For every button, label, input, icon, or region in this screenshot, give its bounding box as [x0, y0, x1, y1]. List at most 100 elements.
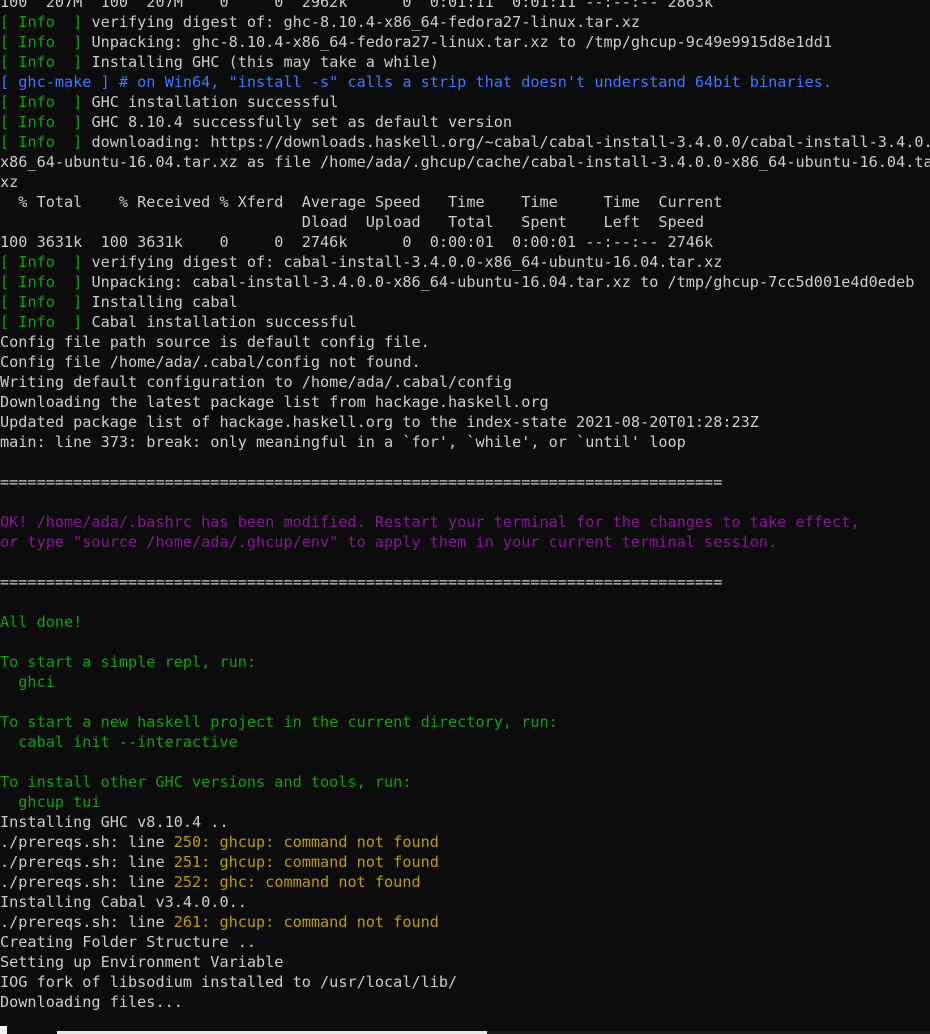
terminal-line: ./prereqs.sh: line 251: ghcup: command n…	[0, 852, 930, 872]
terminal-text-segment: or type "source /home/ada/.ghcup/env" to…	[0, 533, 778, 551]
terminal-text-segment: GHC installation successful	[91, 93, 339, 111]
terminal-text-segment: x86_64-ubuntu-16.04.tar.xz as file /home…	[0, 153, 930, 171]
terminal-line: [ Info ] downloading: https://downloads.…	[0, 132, 930, 152]
terminal-text-segment: [	[0, 293, 19, 311]
terminal-text-segment: ]	[54, 253, 92, 271]
terminal-text-segment: Cabal installation successful	[91, 313, 357, 331]
terminal-text-segment: Info	[18, 93, 55, 111]
terminal-text-segment: [	[0, 133, 19, 151]
terminal-line: [ Info ] verifying digest of: ghc-8.10.4…	[0, 12, 930, 32]
terminal-line: To start a simple repl, run:	[0, 652, 930, 672]
terminal-text-segment: ========================================…	[0, 573, 723, 591]
terminal-text-segment: Downloading files...	[0, 993, 183, 1011]
terminal-line: ghci	[0, 672, 930, 692]
terminal-line: [ Info ] Installing cabal	[0, 292, 930, 312]
terminal-text-segment: downloading: https://downloads.haskell.o…	[91, 133, 930, 151]
terminal-line: To install other GHC versions and tools,…	[0, 772, 930, 792]
terminal-text-segment: [	[0, 253, 19, 271]
terminal-line: Installing GHC v8.10.4 ..	[0, 812, 930, 832]
terminal-line: [ Info ] Unpacking: cabal-install-3.4.0.…	[0, 272, 930, 292]
terminal-line: cabal init --interactive	[0, 732, 930, 752]
terminal-text-segment: ghcup tui	[0, 793, 101, 811]
terminal-line: [ Info ] Unpacking: ghc-8.10.4-x86_64-fe…	[0, 32, 930, 52]
terminal-text-segment: Config file /home/ada/.cabal/config not …	[0, 353, 421, 371]
terminal-text-segment: OK! /home/ada/.bashrc has been modified.…	[0, 513, 860, 531]
terminal-text-segment: [	[0, 33, 19, 51]
terminal-text-segment: ghci	[0, 673, 55, 691]
terminal-line: OK! /home/ada/.bashrc has been modified.…	[0, 512, 930, 532]
terminal-text-segment: verifying digest of: ghc-8.10.4-x86_64-f…	[91, 13, 641, 31]
terminal-line: Downloading files...	[0, 992, 930, 1012]
terminal-line: 100 3631k 100 3631k 0 0 2746k 0 0:00:01 …	[0, 232, 930, 252]
terminal-text-segment: Setting up Environment Variable	[0, 953, 284, 971]
terminal-text-segment: % Total % Received % Xferd Average Speed…	[0, 193, 723, 211]
terminal-text-segment: ]	[54, 113, 92, 131]
terminal-text-segment: ]	[54, 53, 92, 71]
terminal-line: ./prereqs.sh: line 252: ghc: command not…	[0, 872, 930, 892]
terminal-text-segment: Info	[18, 273, 55, 291]
terminal-text-segment: ]	[54, 13, 92, 31]
text-cursor	[0, 1026, 7, 1034]
terminal-text-segment: [ ghc-make ] # on Win64, "install -s" ca…	[0, 73, 833, 91]
terminal-text-segment: [	[0, 273, 19, 291]
terminal-text-segment: ]	[54, 293, 92, 311]
terminal-line: ./prereqs.sh: line 261: ghcup: command n…	[0, 912, 930, 932]
terminal-text-segment: 100 207M 100 207M 0 0 2962k 0 0:01:11 0:…	[0, 0, 714, 11]
terminal-text-segment: cabal init --interactive	[0, 733, 238, 751]
terminal-line: ghcup tui	[0, 792, 930, 812]
terminal-text-segment: xz	[0, 173, 19, 191]
terminal-text-segment: main: line 373: break: only meaningful i…	[0, 433, 686, 451]
terminal-line: Creating Folder Structure ..	[0, 932, 930, 952]
terminal-text-segment: ./prereqs.sh: line	[0, 833, 174, 851]
terminal-text-segment: [	[0, 53, 19, 71]
terminal-text-segment: Unpacking: ghc-8.10.4-x86_64-fedora27-li…	[91, 33, 833, 51]
terminal-text-segment: Info	[18, 113, 55, 131]
terminal-line: [ Info ] Installing GHC (this may take a…	[0, 52, 930, 72]
terminal-text-segment: Creating Folder Structure ..	[0, 933, 257, 951]
terminal-text-segment: 261: ghcup: command not found	[173, 913, 439, 931]
terminal-text-segment: Info	[18, 33, 55, 51]
terminal-text-segment: 250: ghcup: command not found	[173, 833, 439, 851]
terminal-line: xz	[0, 172, 930, 192]
terminal-text-segment: [	[0, 93, 19, 111]
terminal-text-segment: Config file path source is default confi…	[0, 333, 430, 351]
terminal-line: Installing Cabal v3.4.0.0..	[0, 892, 930, 912]
terminal-text-segment: Installing GHC (this may take a while)	[91, 53, 439, 71]
terminal-line: [ Info ] Cabal installation successful	[0, 312, 930, 332]
terminal-text-segment: Info	[18, 253, 55, 271]
terminal-text-segment: To install other GHC versions and tools,…	[0, 773, 412, 791]
terminal-text-segment: To start a simple repl, run:	[0, 653, 257, 671]
terminal-line: Dload Upload Total Spent Left Speed	[0, 212, 930, 232]
terminal-line: ========================================…	[0, 472, 930, 492]
terminal-line: Writing default configuration to /home/a…	[0, 372, 930, 392]
terminal-line: [ Info ] verifying digest of: cabal-inst…	[0, 252, 930, 272]
terminal-line: IOG fork of libsodium installed to /usr/…	[0, 972, 930, 992]
terminal-text-segment: ========================================…	[0, 473, 723, 491]
terminal-line: % Total % Received % Xferd Average Speed…	[0, 192, 930, 212]
terminal-text-segment: Info	[18, 13, 55, 31]
terminal-line: ./prereqs.sh: line 250: ghcup: command n…	[0, 832, 930, 852]
terminal-text-segment: Dload Upload Total Spent Left Speed	[0, 213, 705, 231]
terminal-line: x86_64-ubuntu-16.04.tar.xz as file /home…	[0, 152, 930, 172]
terminal-text-segment: 252: ghc: command not found	[173, 873, 421, 891]
terminal-text-segment: ]	[54, 133, 92, 151]
terminal-line: Downloading the latest package list from…	[0, 392, 930, 412]
terminal-line: ========================================…	[0, 572, 930, 592]
terminal-text-segment: ]	[54, 93, 92, 111]
terminal-text-segment: Updated package list of hackage.haskell.…	[0, 413, 759, 431]
terminal-text-segment: ]	[54, 313, 92, 331]
terminal-text-segment: Info	[18, 293, 55, 311]
terminal-text-segment: Installing Cabal v3.4.0.0..	[0, 893, 247, 911]
terminal-window[interactable]: 100 207M 100 207M 0 0 2962k 0 0:01:11 0:…	[0, 0, 930, 1034]
terminal-text-segment: 100 3631k 100 3631k 0 0 2746k 0 0:00:01 …	[0, 233, 714, 251]
terminal-text-segment: ./prereqs.sh: line	[0, 853, 174, 871]
terminal-line: Config file path source is default confi…	[0, 332, 930, 352]
terminal-line: [ ghc-make ] # on Win64, "install -s" ca…	[0, 72, 930, 92]
terminal-line: 100 207M 100 207M 0 0 2962k 0 0:01:11 0:…	[0, 0, 930, 12]
terminal-text-segment: Downloading the latest package list from…	[0, 393, 549, 411]
